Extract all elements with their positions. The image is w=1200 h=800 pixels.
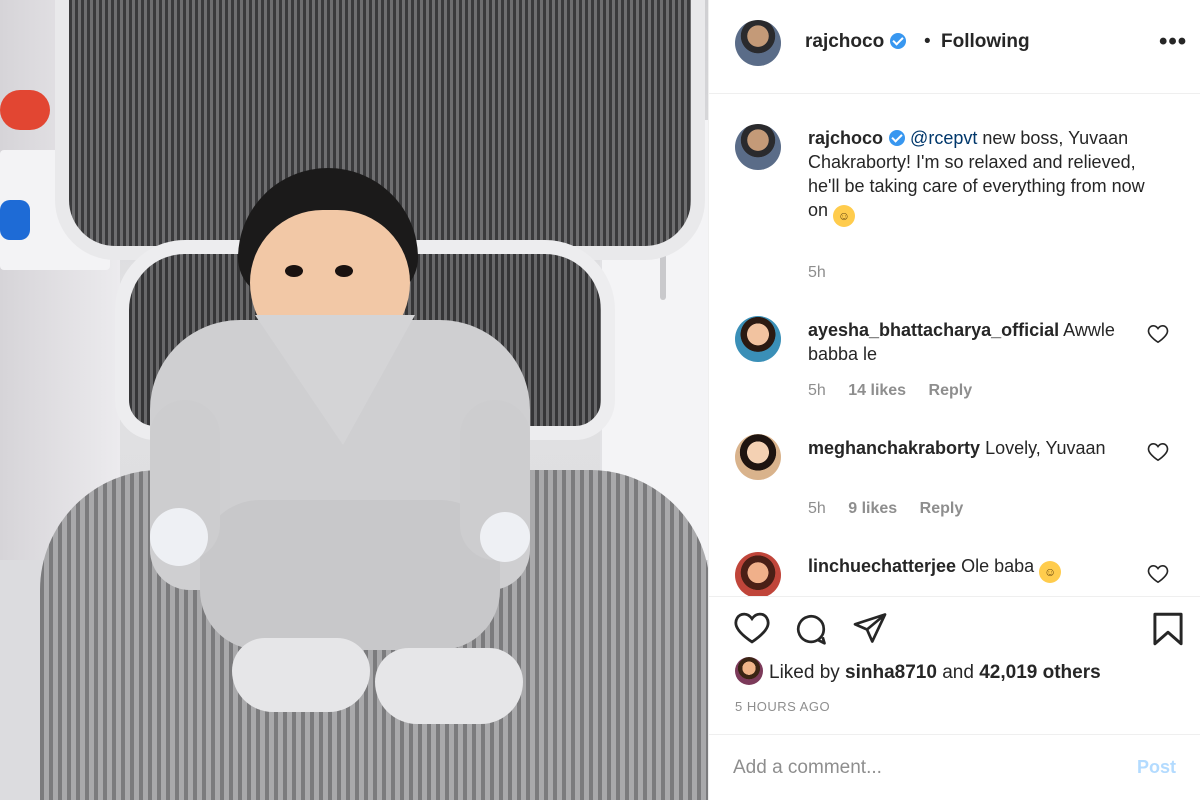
reply-button[interactable]: Reply [920,500,964,517]
post-comment-button[interactable]: Post [1137,757,1176,778]
comment-item: linchuechatterjee Ole baba ☺ [709,552,1200,596]
caption-mention-link[interactable]: @rcepvt [910,128,977,148]
hugging-face-emoji-icon: ☺ [1039,561,1062,583]
comment-heart-icon[interactable] [1147,564,1169,584]
liker-avatar[interactable] [735,657,763,685]
caption-text: rajchoco @rcepvt new boss, Yuvaan Chakra… [808,126,1168,227]
caption-timestamp[interactable]: 5h [808,264,826,282]
baby-left-eye [285,265,303,277]
baby-right-bootie [375,648,523,724]
comment-time[interactable]: 5h [808,500,826,517]
comment-body: Lovely, Yuvaan [985,438,1106,458]
background-blue-object [0,200,30,240]
commenter-avatar[interactable] [735,316,781,362]
baby-left-bootie [232,638,370,712]
author-username[interactable]: rajchoco [805,31,907,53]
comment-meta: 5h 9 likes Reply [808,500,981,518]
share-send-icon[interactable] [852,611,888,645]
comment-time[interactable]: 5h [808,382,826,399]
separator-dot: • [924,31,931,52]
baby-left-mitten [150,508,208,566]
likes-summary: Liked by sinha8710 and 42,019 others [735,657,1101,685]
commenter-username[interactable]: meghanchakraborty [808,438,980,458]
baby-right-mitten [480,512,530,562]
post-image[interactable] [0,0,708,800]
commenter-username[interactable]: linchuechatterjee [808,556,956,576]
comment-text: ayesha_bhattacharya_official Awwle babba… [808,318,1138,366]
more-options-icon[interactable]: ••• [1159,28,1187,56]
comment-likes[interactable]: 9 likes [848,500,897,517]
add-comment-bar: Post [709,734,1200,800]
following-button[interactable]: Following [941,31,1030,53]
post-timestamp[interactable]: 5 HOURS AGO [735,699,830,714]
comment-text: linchuechatterjee Ole baba ☺ [808,554,1138,583]
commenter-avatar[interactable] [735,552,781,596]
caption-author-avatar[interactable] [735,124,781,170]
author-username-text[interactable]: rajchoco [805,31,884,52]
comment-item: meghanchakraborty Lovely, Yuvaan 5h 9 li… [709,434,1200,544]
comment-heart-icon[interactable] [1147,442,1169,462]
relieved-face-emoji-icon: ☺ [833,205,856,227]
baby-right-eye [335,265,353,277]
save-bookmark-icon[interactable] [1151,611,1185,647]
post-actions: Liked by sinha8710 and 42,019 others 5 H… [709,596,1200,716]
post-sidebar: rajchoco • Following ••• rajchoco @rcepv… [708,0,1200,800]
comment-body: Ole baba [961,556,1040,576]
like-heart-icon[interactable] [733,611,771,645]
comment-text: meghanchakraborty Lovely, Yuvaan [808,436,1138,460]
author-avatar[interactable] [735,20,781,66]
comment-likes[interactable]: 14 likes [848,382,906,399]
comment-item: ayesha_bhattacharya_official Awwle babba… [709,316,1200,426]
caption-verified-badge-icon [889,130,906,146]
likes-middle: and [936,662,980,683]
likes-prefix: Liked by [769,662,846,683]
liker-username[interactable]: sinha8710 [845,662,937,683]
comment-meta: 5h 14 likes Reply [808,382,990,400]
comment-heart-icon[interactable] [1147,324,1169,344]
likes-count[interactable]: 42,019 others [979,662,1100,683]
caption-username[interactable]: rajchoco [808,128,883,148]
verified-badge-icon [890,33,907,49]
background-red-object [0,90,50,130]
baby-legs [200,500,500,650]
comment-bubble-icon[interactable] [793,611,829,647]
add-comment-input[interactable] [733,753,1113,783]
post-header: rajchoco • Following ••• [709,0,1200,94]
reply-button[interactable]: Reply [929,382,973,399]
commenter-avatar[interactable] [735,434,781,480]
commenter-username[interactable]: ayesha_bhattacharya_official [808,320,1059,340]
